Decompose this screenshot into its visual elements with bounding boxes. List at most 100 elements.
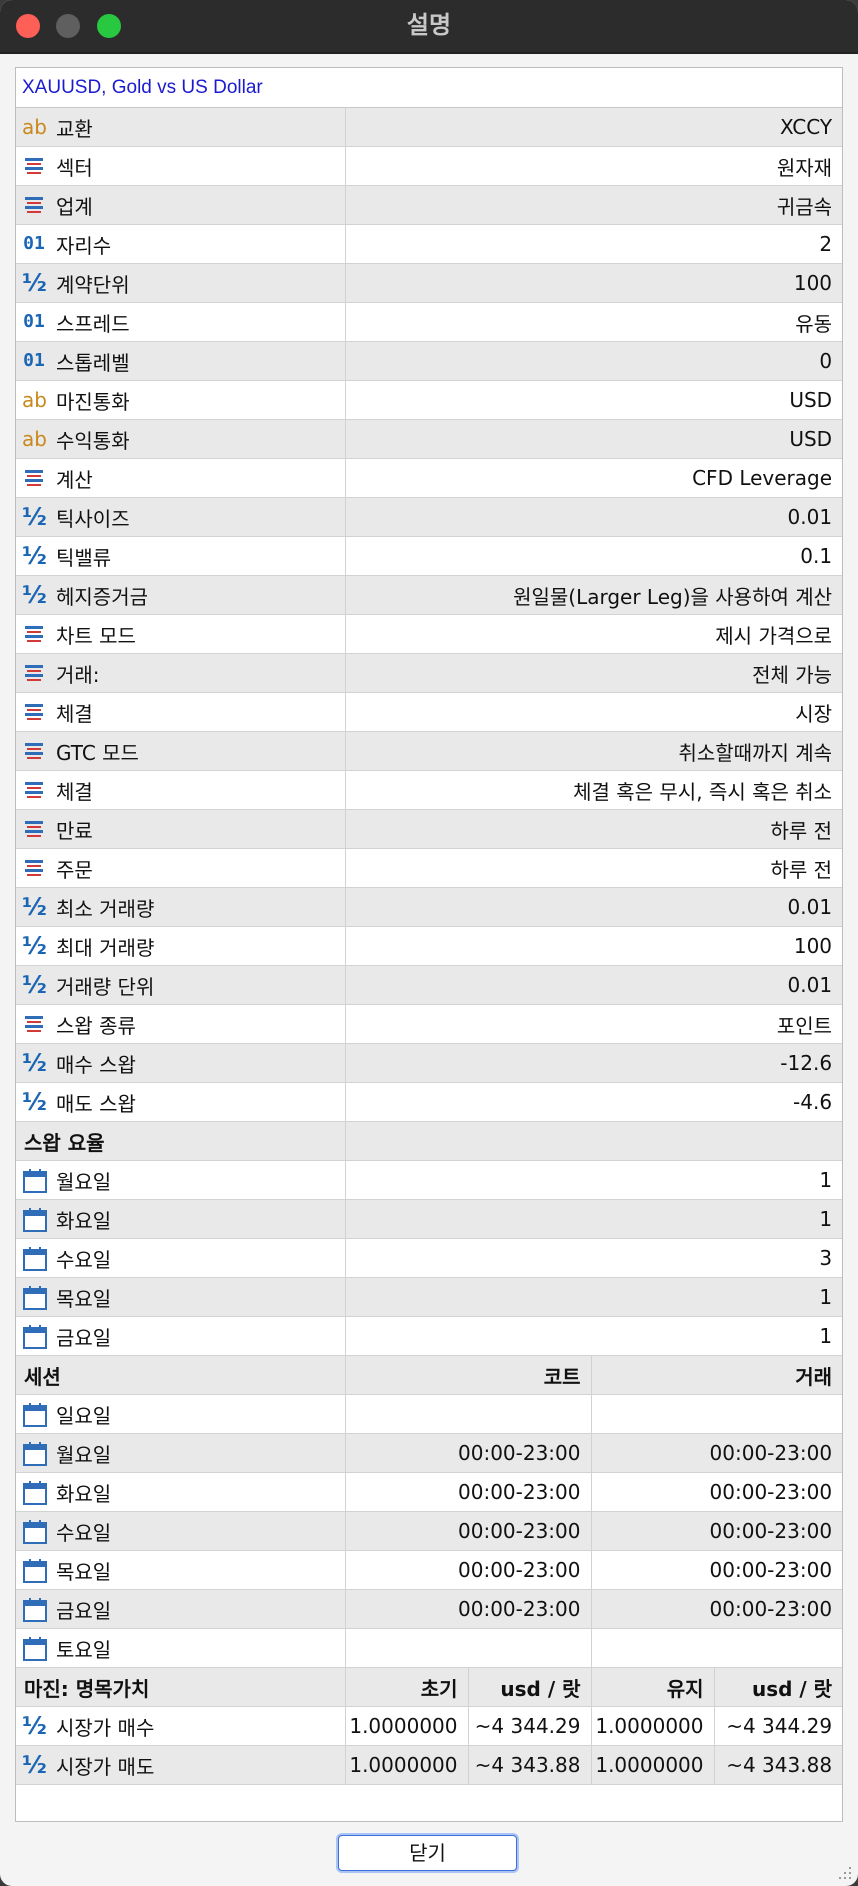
property-row[interactable]: ½ 매수 스왑 -12.6 (16, 1043, 843, 1083)
property-row[interactable]: 01 스프레드 유동 (16, 302, 843, 342)
property-row[interactable]: 섹터 원자재 (16, 146, 843, 186)
text-type-icon: ab (22, 427, 47, 451)
close-button[interactable]: 닫기 (338, 1835, 517, 1871)
property-label: 틱밸류 (56, 545, 112, 570)
swap-rate-row[interactable]: 수요일 3 (16, 1238, 843, 1278)
swap-rate-value: 1 (345, 1199, 843, 1239)
property-row[interactable]: GTC 모드 취소할때까지 계속 (16, 731, 843, 771)
property-label: 계산 (56, 467, 93, 492)
property-row[interactable]: ab 수익통화 USD (16, 419, 843, 459)
section-row-swap[interactable]: 스왑 요율 (16, 1121, 843, 1161)
property-row[interactable]: ½ 계약단위 100 (16, 263, 843, 303)
col-trade-header: 거래 (591, 1355, 843, 1395)
enum-list-icon (22, 856, 46, 880)
session-row[interactable]: 일요일 (16, 1394, 843, 1434)
window-title: 설명 (406, 11, 452, 39)
quote-session: 00:00-23:00 (345, 1433, 592, 1473)
margin-usd-initial: ~4 343.88 (468, 1745, 592, 1785)
trade-session: 00:00-23:00 (591, 1511, 843, 1551)
swap-rate-row[interactable]: 월요일 1 (16, 1160, 843, 1200)
session-row[interactable]: 월요일 00:00-23:00 00:00-23:00 (16, 1433, 843, 1473)
property-row[interactable]: ab 교환 XCCY (16, 108, 843, 147)
property-label: 체결 (56, 701, 93, 726)
property-value: 유동 (345, 302, 843, 342)
property-row[interactable]: 체결 시장 (16, 692, 843, 732)
fraction-type-icon: ½ (22, 971, 47, 999)
col-unit1-header: usd / 랏 (468, 1667, 592, 1707)
property-row[interactable]: 체결 체결 혹은 무시, 즉시 혹은 취소 (16, 770, 843, 810)
col-initial-header: 초기 (345, 1667, 469, 1707)
fraction-type-icon: ½ (22, 1712, 47, 1740)
property-value: 시장 (345, 692, 843, 732)
margin-row[interactable]: ½ 시장가 매수 1.0000000 ~4 344.29 1.0000000 ~4 344… (16, 1706, 843, 1746)
property-row[interactable]: 01 스톱레벨 0 (16, 341, 843, 381)
property-row[interactable]: 차트 모드 제시 가격으로 (16, 614, 843, 654)
session-row[interactable]: 화요일 00:00-23:00 00:00-23:00 (16, 1472, 843, 1512)
property-row[interactable]: 01 자리수 2 (16, 224, 843, 264)
text-type-icon: ab (22, 388, 47, 412)
swap-rate-row[interactable]: 금요일 1 (16, 1316, 843, 1356)
col-unit2-header: usd / 랏 (714, 1667, 843, 1707)
fraction-type-icon: ½ (22, 932, 47, 960)
section-row-sessions[interactable]: 세션 코트 거래 (16, 1355, 843, 1395)
property-value: 제시 가격으로 (345, 614, 843, 654)
property-row[interactable]: ½ 틱밸류 0.1 (16, 536, 843, 576)
calendar-icon (22, 1480, 47, 1505)
property-row[interactable]: ½ 틱사이즈 0.01 (16, 497, 843, 537)
resize-grip-icon[interactable] (836, 1864, 852, 1880)
calendar-icon (22, 1441, 47, 1466)
enum-list-icon (22, 817, 46, 841)
margin-row[interactable]: ½ 시장가 매도 1.0000000 ~4 343.88 1.0000000 ~4 343… (16, 1745, 843, 1785)
property-row[interactable]: 거래: 전체 가능 (16, 653, 843, 693)
spec-table: ab 교환 XCCY 섹터 원자재 업계 귀금속 01 자리수 2 ½ 계약단위 100 01 스프레드 유동… (16, 108, 843, 1785)
col-maint-header: 유지 (591, 1667, 715, 1707)
property-row[interactable]: ½ 거래량 단위 0.01 (16, 965, 843, 1005)
property-row[interactable]: 업계 귀금속 (16, 185, 843, 225)
fraction-type-icon: ½ (22, 1088, 47, 1116)
property-value: -12.6 (345, 1043, 843, 1083)
property-label: 스프레드 (56, 311, 130, 336)
margin-row-label: 시장가 매도 (56, 1754, 155, 1779)
property-value: 0.01 (345, 497, 843, 537)
property-value: -4.6 (345, 1082, 843, 1122)
integer-type-icon: 01 (23, 233, 45, 254)
section-row-margin[interactable]: 마진: 명목가치 초기 usd / 랏 유지 usd / 랏 (16, 1667, 843, 1707)
property-row[interactable]: ½ 헤지증거금 원일물(Larger Leg)을 사용하여 계산 (16, 575, 843, 615)
property-row[interactable]: 만료 하루 전 (16, 809, 843, 849)
property-label: 차트 모드 (56, 623, 136, 648)
property-row[interactable]: 계산 CFD Leverage (16, 458, 843, 498)
property-label: GTC 모드 (56, 740, 139, 765)
weekday-label: 일요일 (56, 1403, 112, 1428)
property-row[interactable]: 주문 하루 전 (16, 848, 843, 888)
swap-rate-row[interactable]: 목요일 1 (16, 1277, 843, 1317)
margin-initial: 1.0000000 (345, 1745, 469, 1785)
session-row[interactable]: 토요일 (16, 1628, 843, 1668)
property-label: 업계 (56, 194, 93, 219)
fraction-type-icon: ½ (22, 503, 47, 531)
session-row[interactable]: 금요일 00:00-23:00 00:00-23:00 (16, 1589, 843, 1629)
calendar-icon (22, 1402, 47, 1427)
weekday-label: 화요일 (56, 1481, 112, 1506)
property-row[interactable]: 스왑 종류 포인트 (16, 1004, 843, 1044)
property-row[interactable]: ½ 매도 스왑 -4.6 (16, 1082, 843, 1122)
property-row[interactable]: ab 마진통화 USD (16, 380, 843, 420)
swap-rate-value: 1 (345, 1160, 843, 1200)
property-row[interactable]: ½ 최소 거래량 0.01 (16, 887, 843, 927)
enum-list-icon (22, 778, 46, 802)
margin-usd-initial: ~4 344.29 (468, 1706, 592, 1746)
enum-list-icon (22, 661, 46, 685)
fraction-type-icon: ½ (22, 893, 47, 921)
session-row[interactable]: 수요일 00:00-23:00 00:00-23:00 (16, 1511, 843, 1551)
sessions-title: 세션 (16, 1355, 346, 1395)
quote-session: 00:00-23:00 (345, 1550, 592, 1590)
property-row[interactable]: ½ 최대 거래량 100 (16, 926, 843, 966)
swap-rate-row[interactable]: 화요일 1 (16, 1199, 843, 1239)
session-row[interactable]: 목요일 00:00-23:00 00:00-23:00 (16, 1550, 843, 1590)
integer-type-icon: 01 (23, 350, 45, 371)
property-label: 교환 (56, 116, 93, 141)
weekday-label: 목요일 (56, 1559, 112, 1584)
property-value: CFD Leverage (345, 458, 843, 498)
spec-table-panel[interactable]: XAUUSD, Gold vs US Dollar ab 교환 XCCY 섹터 원자재 업… (15, 67, 843, 1822)
property-value: 체결 혹은 무시, 즉시 혹은 취소 (345, 770, 843, 810)
property-value: 원일물(Larger Leg)을 사용하여 계산 (345, 575, 843, 615)
